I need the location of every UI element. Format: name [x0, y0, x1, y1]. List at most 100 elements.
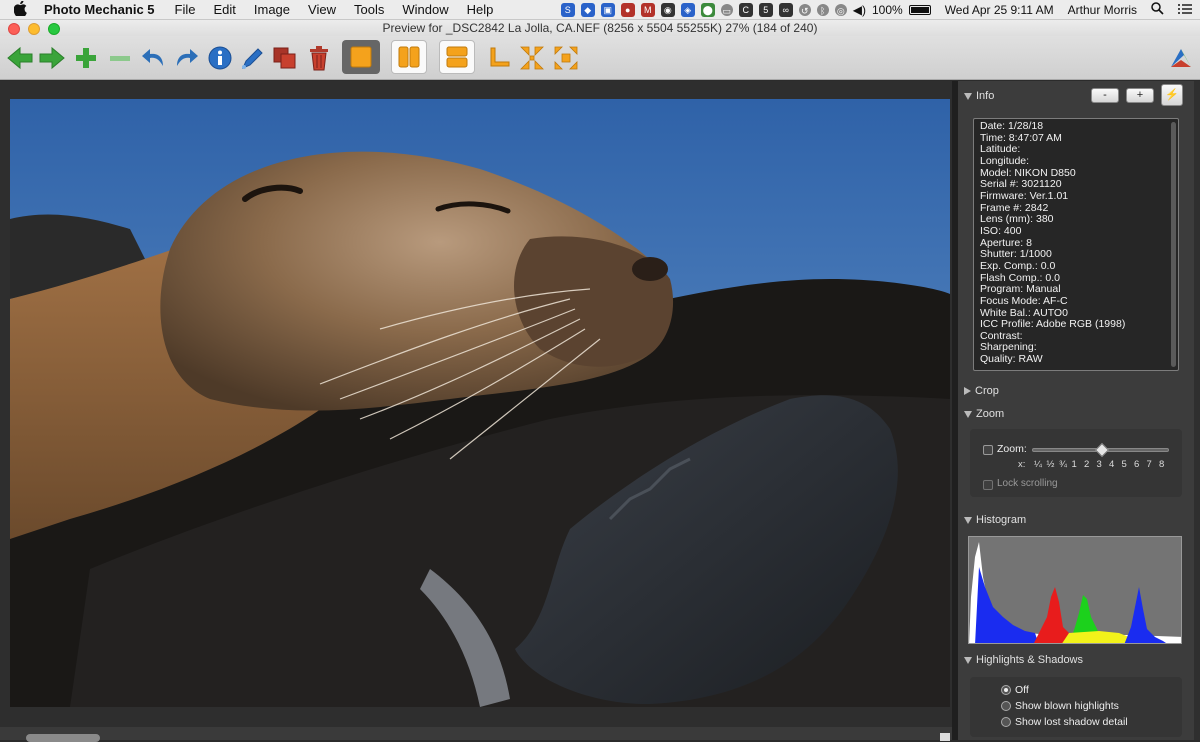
stack-icon[interactable]: ◈	[680, 3, 695, 17]
menu-file[interactable]: File	[175, 2, 196, 17]
user-name[interactable]: Arthur Morris	[1068, 3, 1137, 17]
zoom-tick: 4	[1109, 459, 1115, 470]
info-scrollbar[interactable]	[1171, 122, 1176, 367]
disclosure-triangle-icon	[964, 387, 971, 395]
skype-icon[interactable]: S	[560, 3, 575, 17]
menu-app-name[interactable]: Photo Mechanic 5	[44, 2, 155, 17]
info-section-header[interactable]: Info	[964, 90, 994, 102]
zoom-slider[interactable]	[1032, 442, 1169, 458]
highlights-off-radio[interactable]	[1001, 685, 1011, 695]
single-view-icon[interactable]	[342, 40, 380, 74]
plus-icon[interactable]	[71, 42, 101, 74]
bluetooth-icon[interactable]: ᛒ	[816, 4, 829, 16]
battery-icon[interactable]	[908, 5, 931, 15]
zoom-x-label: x:	[1018, 459, 1026, 470]
eye-icon[interactable]: ◎	[834, 4, 847, 16]
zoom-checkbox[interactable]	[983, 445, 993, 455]
menu-help[interactable]: Help	[467, 2, 494, 17]
info-section-title: Info	[976, 90, 995, 102]
zoom-tick: 1	[1071, 459, 1077, 470]
status-area: S ◆ ▣ ● M ◉ ◈ ⬤ ▭ C 5 ∞ ↺ ᛒ ◎ ◀) 100% We…	[560, 0, 1192, 20]
zoom-section-header[interactable]: Zoom	[964, 408, 1004, 420]
evernote-icon[interactable]: ⬤	[700, 3, 715, 17]
disclosure-triangle-icon	[964, 410, 972, 418]
info-expand-button[interactable]: +	[1126, 88, 1154, 103]
zoom-section-title: Zoom	[976, 408, 1005, 420]
side-panel-scrollbar[interactable]	[1194, 81, 1200, 740]
volume-icon[interactable]: ◀)	[853, 3, 866, 17]
dropbox-icon[interactable]: ◆	[580, 3, 595, 17]
cloud-icon[interactable]: ▣	[600, 3, 615, 17]
shield-icon[interactable]: 5	[758, 3, 773, 17]
clock[interactable]: Wed Apr 25 9:11 AM	[945, 3, 1054, 17]
info-line: Exp. Comp.: 0.0	[980, 259, 1056, 272]
redo-icon[interactable]	[171, 42, 201, 74]
info-collapse-button[interactable]: -	[1091, 88, 1119, 103]
zoom-slider-knob[interactable]	[1094, 442, 1110, 458]
filmstrip-bar	[0, 727, 952, 742]
info-icon[interactable]	[205, 42, 235, 74]
menu-image[interactable]: Image	[254, 2, 290, 17]
side-by-side-icon[interactable]	[391, 40, 427, 74]
time-machine-icon[interactable]: ↺	[798, 4, 811, 16]
menu-view[interactable]: View	[308, 2, 336, 17]
minus-icon[interactable]	[105, 42, 135, 74]
preview-area[interactable]	[0, 81, 952, 740]
top-bottom-icon[interactable]	[439, 40, 475, 74]
highlights-section-header[interactable]: Highlights & Shadows	[964, 654, 1083, 666]
zoom-window-button[interactable]	[48, 23, 60, 35]
show-blown-highlights-radio[interactable]	[1001, 701, 1011, 711]
highlights-section-title: Highlights & Shadows	[976, 654, 1084, 666]
zoom-controls: Zoom: x: ¼ ½ ¾ 1 2 3 4 5 6 7 8 Lock scro…	[970, 429, 1182, 497]
apple-menu-icon[interactable]	[13, 0, 30, 19]
crop-corner-icon[interactable]	[484, 42, 514, 74]
binoculars-icon[interactable]: ∞	[778, 3, 793, 17]
disclosure-triangle-icon	[964, 656, 972, 664]
battery-percent: 100%	[871, 3, 903, 17]
show-lost-shadow-radio[interactable]	[1001, 717, 1011, 727]
color-picker-icon[interactable]	[238, 42, 268, 74]
app-logo-icon	[1166, 42, 1196, 74]
info-line: ISO: 400	[980, 224, 1022, 237]
disclosure-triangle-icon	[964, 516, 972, 524]
zoom-tick-labels: x: ¼ ½ ¾ 1 2 3 4 5 6 7 8	[1018, 459, 1178, 470]
duplicate-icon[interactable]	[270, 42, 300, 74]
filmstrip-scroll-handle[interactable]	[26, 734, 100, 742]
disclosure-triangle-icon	[964, 92, 972, 100]
info-metadata-box[interactable]: Date: 1/28/18 Time: 8:47:07 AM Latitude:…	[973, 118, 1179, 371]
clipboard-icon[interactable]: ▭	[720, 4, 733, 16]
gmail-icon[interactable]: M	[640, 3, 655, 17]
forward-arrow-icon[interactable]	[37, 42, 67, 74]
expand-icon[interactable]	[551, 42, 581, 74]
show-lost-shadow-label: Show lost shadow detail	[1015, 716, 1128, 728]
undo-icon[interactable]	[139, 42, 169, 74]
crop-section-title: Crop	[975, 385, 999, 397]
zoom-tick: 7	[1146, 459, 1152, 470]
zoom-tick: 8	[1159, 459, 1165, 470]
menu-tools[interactable]: Tools	[354, 2, 384, 17]
preview-photo[interactable]	[10, 99, 950, 707]
lock-scrolling-label: Lock scrolling	[997, 478, 1058, 489]
menu-edit[interactable]: Edit	[213, 2, 235, 17]
window-titlebar: Preview for _DSC2842 La Jolla, CA.NEF (8…	[0, 20, 1200, 36]
lightning-icon[interactable]: ⚡	[1161, 84, 1183, 106]
shrink-icon[interactable]	[517, 42, 547, 74]
copy-icon[interactable]: C	[738, 3, 753, 17]
menu-bar: Photo Mechanic 5 File Edit Image View To…	[0, 0, 1200, 20]
lock-scrolling-checkbox[interactable]	[983, 480, 993, 490]
sync-icon[interactable]: ◉	[660, 3, 675, 17]
window-title: Preview for _DSC2842 La Jolla, CA.NEF (8…	[382, 21, 818, 35]
minimize-window-button[interactable]	[28, 23, 40, 35]
highlights-shadows-controls: Off Show blown highlights Show lost shad…	[970, 677, 1182, 737]
menu-window[interactable]: Window	[402, 2, 448, 17]
histogram-section-header[interactable]: Histogram	[964, 514, 1026, 526]
notification-center-icon[interactable]	[1178, 3, 1192, 18]
trash-icon[interactable]	[304, 42, 334, 74]
record-icon[interactable]: ●	[620, 3, 635, 17]
show-blown-highlights-label: Show blown highlights	[1015, 700, 1119, 712]
back-arrow-icon[interactable]	[5, 42, 35, 74]
info-side-panel: Info - + ⚡ Date: 1/28/18 Time: 8:47:07 A…	[958, 81, 1200, 740]
close-window-button[interactable]	[8, 23, 20, 35]
crop-section-header[interactable]: Crop	[964, 385, 999, 397]
spotlight-search-icon[interactable]	[1151, 2, 1164, 18]
